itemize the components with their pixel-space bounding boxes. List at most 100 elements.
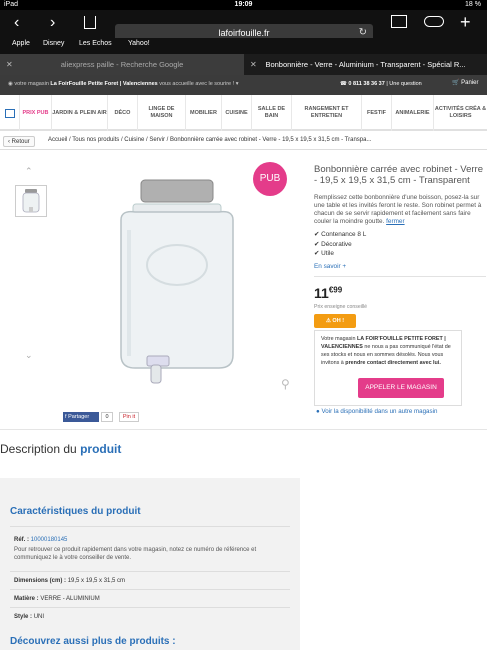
zoom-icon[interactable]: ⚲ bbox=[281, 377, 290, 391]
back-button[interactable]: ‹ Retour bbox=[3, 136, 35, 147]
divider bbox=[10, 607, 290, 608]
feature-list: ✔ Contenance 8 L ✔ Décorative ✔ Utile bbox=[314, 230, 366, 259]
menu-label: LINGE DE MAISON bbox=[148, 106, 175, 119]
cart-icon: 🛒 bbox=[452, 80, 460, 86]
menu-cuisine[interactable]: CUISINE bbox=[222, 95, 252, 131]
back-icon[interactable]: ‹ bbox=[14, 14, 19, 32]
feature-text: Utile bbox=[321, 250, 334, 257]
menu-deco[interactable]: DÉCO bbox=[108, 95, 138, 131]
menu-salle-de-bain[interactable]: SALLE DE BAIN bbox=[252, 95, 292, 131]
availability-link[interactable]: ● Voir la disponibilité dans un autre ma… bbox=[316, 408, 437, 415]
feature-item: ✔ Contenance 8 L bbox=[314, 230, 366, 240]
chevron-left-icon: ‹ bbox=[8, 139, 10, 145]
pinterest-button[interactable]: Pin it bbox=[119, 412, 139, 422]
style-label: Style : bbox=[14, 614, 33, 620]
chevron-up-icon[interactable]: ⌃ bbox=[25, 166, 33, 177]
favorite-apple[interactable]: Apple bbox=[12, 40, 30, 47]
alert-icon: ⚠ bbox=[325, 318, 331, 324]
question-link[interactable]: | Une question bbox=[386, 81, 421, 87]
description-heading: Description du produit bbox=[0, 442, 121, 456]
menu-festif[interactable]: FESTIF bbox=[362, 95, 392, 131]
price-integer: 11 bbox=[314, 285, 329, 301]
crumb-produits[interactable]: Tous nos produits bbox=[72, 137, 119, 143]
divider bbox=[10, 526, 290, 527]
stock-badge-label: OH ! bbox=[332, 318, 345, 324]
store-selector[interactable]: ◉ votre magasin La FoirFouille Petite Fo… bbox=[8, 81, 238, 87]
menu-jardin[interactable]: JARDIN & PLEIN AIR bbox=[52, 95, 108, 131]
close-tab-icon[interactable]: ✕ bbox=[6, 54, 13, 75]
menu-linge[interactable]: LINGE DE MAISON bbox=[138, 95, 186, 131]
close-link[interactable]: fermer bbox=[386, 218, 404, 225]
material-label: Matière : bbox=[14, 596, 39, 602]
store-name: La FoirFouille Petite Foret | Valencienn… bbox=[50, 81, 158, 87]
menu-label: DÉCO bbox=[114, 109, 131, 116]
share-count: 0 bbox=[101, 412, 113, 422]
price-note: Prix enseigne conseillé bbox=[314, 304, 368, 310]
crumb-cuisine[interactable]: Cuisine bbox=[124, 137, 144, 143]
cart-label: Panier bbox=[461, 80, 479, 86]
heading-bold: produit bbox=[80, 442, 122, 456]
menu-prix-pub[interactable]: PRIX PUB bbox=[20, 95, 52, 131]
share-icon[interactable] bbox=[84, 16, 96, 29]
phone-contact[interactable]: ☎ 0 811 38 36 37 | Une question bbox=[340, 81, 422, 87]
divider bbox=[314, 276, 486, 277]
phone-number: 0 811 38 36 37 bbox=[348, 81, 385, 87]
menu-label: ACTIVITÉS CRÉA & LOISIRS bbox=[434, 106, 487, 119]
product-image bbox=[63, 160, 303, 400]
product-thumbnail[interactable] bbox=[15, 185, 47, 217]
tab-label: Bonbonnière - Verre - Aluminium - Transp… bbox=[265, 60, 466, 69]
price-cents: €99 bbox=[328, 285, 343, 295]
availability-text: Voir la disponibilité dans un autre maga… bbox=[321, 408, 438, 415]
menu-activites[interactable]: ACTIVITÉS CRÉA & LOISIRS bbox=[434, 95, 487, 131]
new-tab-icon[interactable]: + bbox=[460, 12, 471, 33]
tab-google[interactable]: ✕ aliexpress paille - Recherche Google bbox=[0, 54, 244, 75]
menu-animalerie[interactable]: ANIMALERIE bbox=[392, 95, 434, 131]
check-icon: ✔ bbox=[314, 250, 320, 257]
dims-label: Dimensions (cm) : bbox=[14, 578, 67, 584]
clock: 19:09 bbox=[234, 1, 253, 8]
stock-prefix: Votre magasin bbox=[321, 336, 356, 342]
ref-help: Pour retrouver ce produit rapidement dan… bbox=[14, 547, 257, 561]
menu-label: ANIMALERIE bbox=[395, 109, 430, 116]
menu-rangement[interactable]: RANGEMENT ET ENTRETIEN bbox=[292, 95, 362, 131]
ref-label: Réf. : bbox=[14, 537, 29, 543]
bookmarks-icon[interactable] bbox=[391, 15, 407, 28]
favorite-yahoo[interactable]: Yahoo! bbox=[128, 40, 150, 47]
chevron-down-icon[interactable]: ⌄ bbox=[25, 350, 33, 361]
material-value: VERRE - ALUMINIUM bbox=[40, 596, 100, 602]
heading-plain: Description du bbox=[0, 442, 77, 456]
crumb-accueil[interactable]: Accueil bbox=[48, 137, 67, 143]
favorite-disney[interactable]: Disney bbox=[43, 40, 64, 47]
call-store-button[interactable]: APPELER LE MAGASIN bbox=[358, 378, 444, 398]
crumb-servir[interactable]: Servir bbox=[149, 137, 165, 143]
forward-icon[interactable]: › bbox=[50, 14, 55, 32]
menu-label: PRIX PUB bbox=[22, 109, 49, 116]
menu-mobilier[interactable]: MOBILIER bbox=[186, 95, 222, 131]
crumb-current: Bonbonnière carrée avec robinet - Verre … bbox=[170, 137, 372, 143]
close-tab-icon[interactable]: ✕ bbox=[250, 54, 257, 75]
reference-block: Réf. : 10000180145 Pour retrouver ce pro… bbox=[14, 536, 284, 562]
check-icon: ✔ bbox=[314, 231, 320, 238]
feature-item: ✔ Décorative bbox=[314, 240, 366, 250]
share-label: Partager bbox=[68, 414, 90, 420]
store-prefix: votre magasin bbox=[14, 81, 49, 87]
store-bar: ◉ votre magasin La FoirFouille Petite Fo… bbox=[0, 75, 487, 95]
location-icon: ● bbox=[316, 408, 320, 415]
tab-label: aliexpress paille - Recherche Google bbox=[60, 60, 184, 69]
store-suffix: vous accueille avec le sourire ! bbox=[159, 81, 235, 87]
feature-text: Décorative bbox=[321, 240, 352, 248]
facebook-share-button[interactable]: f Partager bbox=[63, 412, 99, 422]
favorite-les-echos[interactable]: Les Echos bbox=[79, 40, 112, 47]
dims-value: 19,5 x 19,5 x 31,5 cm bbox=[67, 578, 126, 584]
tab-strip: ✕ aliexpress paille - Recherche Google ✕… bbox=[0, 54, 487, 75]
tab-foirfouille[interactable]: ✕ Bonbonnière - Verre - Aluminium - Tran… bbox=[244, 54, 487, 75]
dimensions-row: Dimensions (cm) : 19,5 x 19,5 x 31,5 cm bbox=[14, 577, 125, 585]
feature-item: ✔ Utile bbox=[314, 249, 366, 259]
more-link[interactable]: En savoir + bbox=[314, 263, 346, 270]
main-menu: PRIX PUB JARDIN & PLEIN AIR DÉCO LINGE D… bbox=[0, 95, 487, 131]
cloud-tabs-icon[interactable] bbox=[424, 16, 444, 27]
cart-button[interactable]: 🛒 Panier bbox=[452, 79, 479, 86]
breadcrumb-trail: Accueil / Tous nos produits / Cuisine / … bbox=[48, 137, 372, 143]
home-icon[interactable] bbox=[0, 95, 20, 131]
breadcrumb: ‹ Retour Accueil / Tous nos produits / C… bbox=[0, 133, 487, 150]
